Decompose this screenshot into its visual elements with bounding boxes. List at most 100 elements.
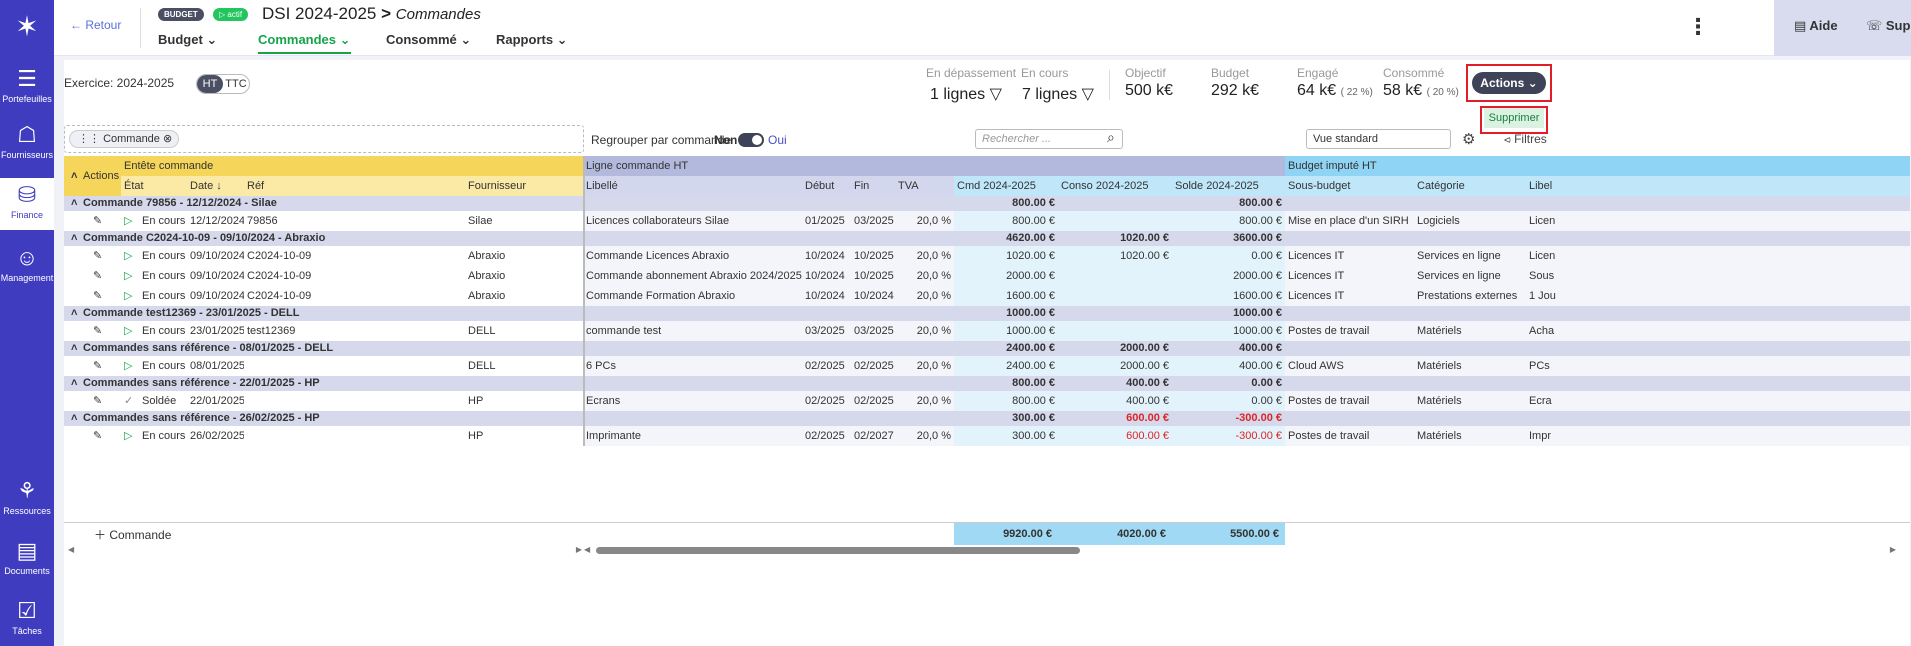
cell-tva: 20,0 %: [916, 215, 951, 227]
edit-icon[interactable]: ✎: [90, 426, 106, 446]
status-icon: ▷: [124, 250, 133, 262]
tab-rapports[interactable]: Rapports ⌄: [496, 32, 568, 54]
back-link[interactable]: ← Retour: [70, 18, 121, 32]
ttc-option[interactable]: TTC: [223, 75, 249, 93]
column-header-date[interactable]: Date ↓: [187, 176, 244, 196]
cell-ref: [244, 426, 465, 446]
left-scrollbar[interactable]: ◀ ▶: [68, 545, 582, 555]
cell-date: 08/01/2025: [190, 360, 244, 372]
column-header-label[interactable]: Libellé: [583, 176, 802, 196]
cell-date: 23/01/2025: [190, 325, 244, 337]
add-order-button[interactable]: ＋ Commande: [94, 526, 171, 543]
cell-cat: Matériels: [1417, 360, 1462, 372]
delete-menu-item[interactable]: Supprimer: [1484, 108, 1544, 128]
sidebar-item-fournisseurs[interactable]: ☖ Fournisseurs: [0, 122, 54, 160]
order-status: En cours: [142, 270, 186, 282]
tab-commandes[interactable]: Commandes ⌄: [258, 32, 351, 54]
app-logo[interactable]: ✶: [10, 10, 44, 44]
sidebar-item-taches[interactable]: ☑ Tâches: [0, 598, 54, 636]
cell-cat: Services en ligne: [1417, 270, 1501, 282]
cell-cmd: 1600.00 €: [1006, 290, 1055, 302]
cell-ref: C2024-10-09: [247, 270, 312, 282]
group-conso: 600.00 €: [1126, 412, 1169, 424]
column-header-tva[interactable]: TVA: [895, 176, 954, 196]
budget-label: Budget: [1211, 66, 1250, 80]
column-header-start[interactable]: Début: [802, 176, 851, 196]
column-header-lib[interactable]: Libel: [1526, 176, 1586, 196]
remove-chip-icon[interactable]: ⊗: [163, 133, 172, 145]
group-by-label: Regrouper par commande: [591, 133, 732, 147]
more-menu-icon[interactable]: ⋮: [1687, 14, 1709, 40]
support-button[interactable]: ☏ Support: [1866, 18, 1911, 34]
view-select[interactable]: Vue standard: [1306, 129, 1451, 149]
cell-solde: 2000.00 €: [1233, 270, 1282, 282]
group-switch[interactable]: [738, 133, 764, 147]
tab-consomme[interactable]: Consommé ⌄: [386, 32, 471, 54]
cell-label: Commande abonnement Abraxio 2024/2025: [586, 270, 802, 282]
headset-icon: ☏: [1866, 18, 1886, 33]
status-icon: ✓: [124, 395, 134, 407]
help-button[interactable]: ▤ Aide: [1794, 18, 1838, 34]
order-status: En cours: [142, 290, 186, 302]
cell-conso: [1058, 321, 1172, 341]
cell-start: 02/2025: [805, 395, 845, 407]
column-header-conso[interactable]: Conso 2024-2025: [1058, 176, 1172, 196]
cell-solde: 0.00 €: [1251, 250, 1282, 262]
status-icon: ▷: [124, 290, 133, 302]
inprogress-filter[interactable]: 7 lignes ▽: [1022, 84, 1094, 104]
cell-ref: C2024-10-09: [247, 250, 312, 262]
cell-cat: Prestations externes: [1417, 290, 1518, 302]
cell-label: commande test: [586, 325, 662, 337]
cell-tva: 20,0 %: [916, 395, 951, 407]
column-header-cat[interactable]: Catégorie: [1414, 176, 1526, 196]
status-icon: ▷: [124, 215, 133, 227]
cell-solde: -300.00 €: [1235, 430, 1282, 442]
right-scrollbar[interactable]: ◀ ▶: [584, 545, 1910, 555]
column-header-solde[interactable]: Solde 2024-2025: [1172, 176, 1285, 196]
column-header-sub[interactable]: Sous-budget: [1285, 176, 1414, 196]
cell-solde: 800.00 €: [1239, 215, 1282, 227]
header-group-ligne: Ligne commande HT: [583, 156, 1285, 176]
cell-cmd: 1000.00 €: [1006, 325, 1055, 337]
sidebar-item-management[interactable]: ☺ Management: [0, 245, 54, 283]
edit-icon[interactable]: ✎: [90, 356, 106, 376]
group-cmd: 800.00 €: [1012, 377, 1055, 389]
group-chip[interactable]: ⋮⋮ Commande ⊗: [69, 130, 180, 148]
edit-icon[interactable]: ✎: [90, 266, 106, 286]
column-header-end[interactable]: Fin: [851, 176, 895, 196]
cell-lib: 1 Jou: [1529, 290, 1556, 302]
column-header-state[interactable]: État: [121, 176, 187, 196]
scroll-thumb[interactable]: [596, 547, 1080, 554]
search-input[interactable]: Rechercher ...: [975, 129, 1123, 149]
filters-button[interactable]: ⪦ Filtres: [1504, 132, 1547, 147]
search-icon[interactable]: ⌕: [1107, 129, 1115, 146]
group-conso: 400.00 €: [1126, 377, 1169, 389]
column-header-ref[interactable]: Réf: [244, 176, 465, 196]
tab-budget[interactable]: Budget ⌄: [158, 32, 217, 54]
sidebar-item-ressources[interactable]: ⚘ Ressources: [0, 478, 54, 516]
cell-date: 09/10/2024: [190, 250, 244, 262]
cell-supplier: Abraxio: [468, 270, 506, 282]
column-header-cmd[interactable]: Cmd 2024-2025: [954, 176, 1058, 196]
cell-cmd: 300.00 €: [1012, 430, 1055, 442]
finance-icon: ⛁: [17, 182, 37, 207]
actions-header: Actions: [83, 170, 120, 182]
ht-option[interactable]: HT: [197, 75, 223, 93]
grouping-dropzone[interactable]: ⋮⋮ Commande ⊗: [64, 125, 584, 153]
column-header-supplier[interactable]: Fournisseur: [465, 176, 583, 196]
actions-button[interactable]: Actions ⌄: [1472, 72, 1546, 94]
edit-icon[interactable]: ✎: [90, 286, 106, 306]
sidebar-item-documents[interactable]: ▤ Documents: [0, 538, 54, 576]
sidebar-item-portefeuilles[interactable]: ☰ Portefeuilles: [0, 66, 54, 104]
edit-icon[interactable]: ✎: [90, 391, 106, 411]
cell-lib: Licen: [1529, 250, 1556, 262]
edit-icon[interactable]: ✎: [90, 246, 106, 266]
overrun-filter[interactable]: 1 lignes ▽: [930, 84, 1002, 104]
gear-icon[interactable]: ⚙: [1462, 130, 1475, 148]
cell-label: Commande Licences Abraxio: [586, 250, 730, 262]
edit-icon[interactable]: ✎: [90, 211, 106, 231]
group-conso: 2000.00 €: [1120, 342, 1169, 354]
cell-cat: Services en ligne: [1417, 250, 1501, 262]
sidebar-item-finance[interactable]: ⛁ Finance: [0, 178, 54, 230]
edit-icon[interactable]: ✎: [90, 321, 106, 341]
